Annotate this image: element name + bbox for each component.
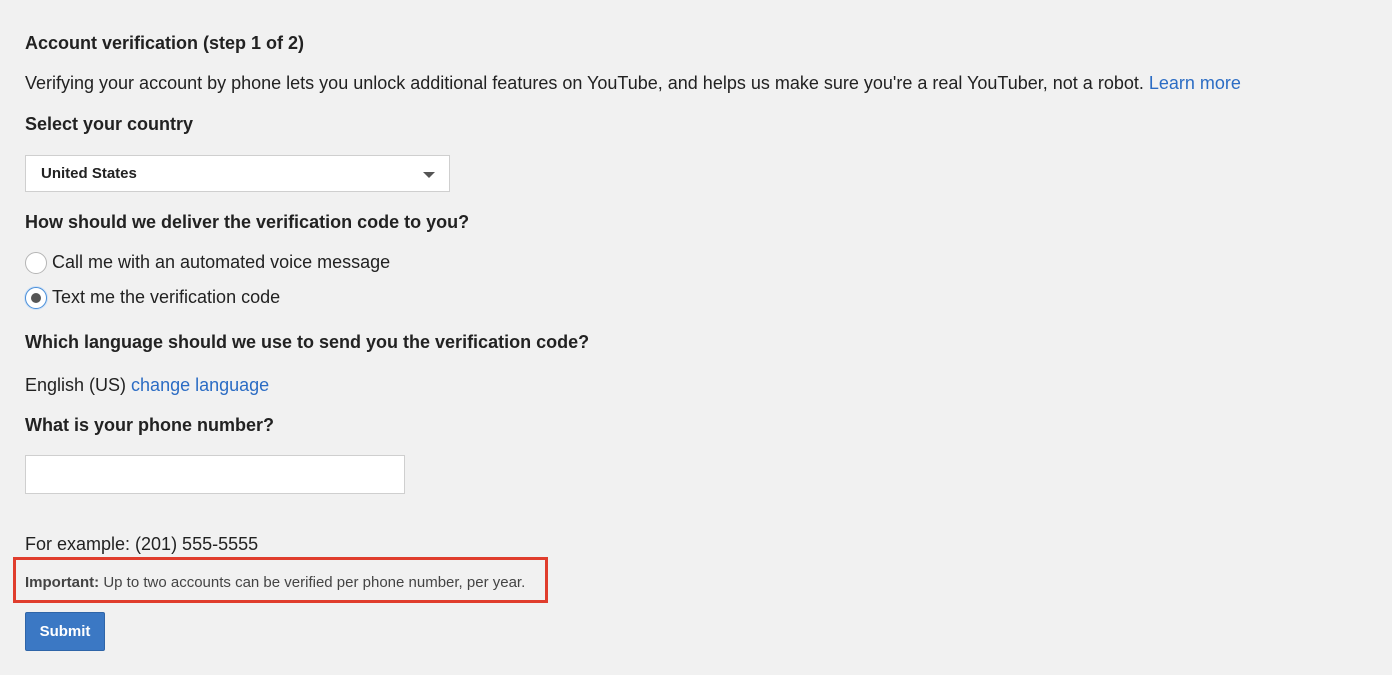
language-label: Which language should we use to send you… [25, 332, 590, 352]
language-line: English (US) change language [25, 375, 269, 396]
page-title: Account verification (step 1 of 2) [25, 33, 305, 53]
radio-voice-label: Call me with an automated voice message [52, 252, 391, 272]
submit-button[interactable]: Submit [25, 612, 105, 651]
radio-voice[interactable] [25, 252, 47, 274]
country-label: Select your country [25, 114, 194, 134]
current-language: English (US) [25, 375, 127, 395]
change-language-link[interactable]: change language [131, 375, 269, 395]
country-select-value: United States [41, 165, 137, 182]
phone-number-input[interactable] [25, 455, 405, 494]
important-notice: Important: Up to two accounts can be ver… [25, 574, 525, 591]
important-prefix: Important: [25, 574, 100, 591]
phone-example: For example: (201) 555-5555 [25, 534, 259, 554]
radio-text-label: Text me the verification code [52, 287, 281, 307]
important-message: Up to two accounts can be verified per p… [103, 574, 526, 591]
intro-text: Verifying your account by phone lets you… [25, 73, 1144, 93]
phone-label: What is your phone number? [25, 415, 275, 435]
chevron-down-icon [423, 172, 435, 178]
radio-text[interactable] [25, 287, 47, 309]
learn-more-link[interactable]: Learn more [1149, 73, 1241, 93]
delivery-label: How should we deliver the verification c… [25, 212, 470, 232]
intro-paragraph: Verifying your account by phone lets you… [25, 73, 1241, 94]
country-select[interactable]: United States [25, 155, 450, 192]
